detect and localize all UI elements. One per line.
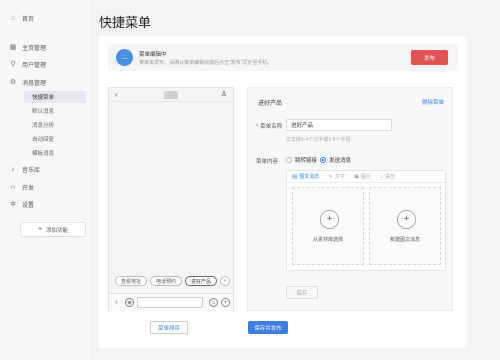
add-feature-label: 添加功能: [46, 227, 69, 234]
radio-label: 跳转链接: [295, 158, 318, 164]
sidebar-item-settings[interactable]: ✲ 设置: [8, 197, 34, 211]
sidebar-item-music-library[interactable]: ♪ 音乐库: [8, 162, 40, 176]
sidebar-item-label: 音乐库: [22, 167, 41, 174]
chevron-left-icon[interactable]: ‹: [115, 297, 118, 306]
sidebar-item-message-management[interactable]: ⚙ 消息管理: [8, 75, 46, 89]
tab-label: 语音: [384, 174, 395, 180]
phone-preview: ‹ ♙ 查看地址 电话预约 进好产品 + ‹ ◉ ☺ +: [108, 87, 234, 311]
sidebar-item-label: 用户管理: [22, 62, 47, 69]
notice-title: 菜单编辑中: [139, 52, 167, 58]
save-and-publish-button[interactable]: 保存并发布: [248, 321, 288, 334]
music-icon: ♪: [11, 165, 15, 173]
voice-icon[interactable]: ◉: [125, 298, 134, 307]
radio-dot-selected: [320, 157, 326, 163]
tab-rich-media[interactable]: ▤ 图文消息: [292, 173, 320, 181]
back-icon[interactable]: ‹: [115, 90, 118, 99]
sidebar-sub-item-quick-menu[interactable]: 快捷菜单: [24, 91, 86, 103]
sidebar-sub-item-message-analysis[interactable]: 消息分析: [24, 119, 86, 131]
plus-icon: +: [397, 210, 416, 229]
radio-dot: [286, 157, 292, 163]
phone-header: ‹ ♙: [109, 88, 233, 102]
menu-content-label: 菜单内容: [256, 159, 279, 165]
person-icon[interactable]: ♙: [221, 90, 227, 98]
sidebar-item-label: 设置: [22, 202, 35, 209]
plus-icon: +: [37, 226, 43, 233]
pencil-icon: ✎: [328, 173, 333, 180]
page-title: 快捷菜单: [99, 15, 152, 30]
tab-label: 图片: [361, 174, 372, 180]
account-avatar-placeholder: [164, 91, 178, 99]
plus-circle-icon[interactable]: +: [221, 298, 230, 307]
notice-description: 菜单未发布，请确认菜单编辑完成后点击“发布”同步至手机。: [139, 60, 273, 66]
menu-sort-button[interactable]: 菜单排序: [150, 321, 188, 334]
menu-name-header: 进好产品: [258, 101, 283, 107]
article-icon: ▤: [292, 173, 298, 180]
sidebar-item-home[interactable]: ⌂ 首页: [8, 11, 34, 25]
menu-edit-panel: 进好产品 删除菜单 * 菜单名称 进好产品 仅支持1-4个汉字或1-8个字母 菜单…: [247, 87, 453, 311]
publish-button[interactable]: 发布: [411, 50, 448, 65]
tab-text[interactable]: ✎ 文字: [328, 173, 345, 181]
choice-label: 新建图文消息: [389, 237, 420, 243]
tab-label: 文字: [334, 174, 345, 180]
menu-tab-good-products[interactable]: 进好产品: [185, 276, 218, 286]
add-feature-button[interactable]: + 添加功能: [20, 222, 86, 237]
choose-from-library-card[interactable]: + 从素材库选择: [292, 187, 364, 265]
menu-tab-phone-booking[interactable]: 电话预约: [150, 276, 183, 286]
phone-menu-bar: 查看地址 电话预约 进好产品 +: [115, 276, 231, 286]
home-icon: ⌂: [10, 14, 16, 22]
emoji-icon[interactable]: ☺: [209, 298, 218, 307]
tab-image[interactable]: ▣ 图片: [353, 173, 372, 181]
tab-voice[interactable]: ♪ 语音: [380, 173, 395, 181]
grid-icon: ▦: [9, 44, 17, 51]
tab-label: 图文消息: [299, 174, 320, 180]
message-type-tabs: ▤ 图文消息 ✎ 文字 ▣ 图片 ♪ 语音: [287, 171, 445, 183]
sidebar-item-label: 消息管理: [22, 80, 47, 87]
code-icon: ‹›: [10, 183, 16, 191]
radio-label: 发送消息: [329, 158, 352, 164]
menu-name-hint: 仅支持1-4个汉字或1-8个字母: [286, 137, 351, 143]
sidebar-item-develop[interactable]: ‹› 开发: [8, 180, 34, 194]
menu-name-input[interactable]: 进好产品: [286, 119, 392, 131]
sidebar-item-label: 首页: [22, 16, 35, 23]
delete-menu-link[interactable]: 删除菜单: [422, 98, 444, 106]
sidebar-sub-item-default-message[interactable]: 默认消息: [24, 105, 86, 117]
radio-jump-link[interactable]: 跳转链接: [286, 156, 317, 164]
sidebar-item-user-management[interactable]: ⚲ 用户管理: [8, 57, 46, 71]
sidebar-sub-item-auto-reply[interactable]: 自动回复: [24, 133, 86, 145]
gear-icon: ✲: [10, 201, 16, 208]
speaker-icon: ♪: [380, 173, 383, 180]
sidebar-item-homepage-management[interactable]: ▦ 主页管理: [8, 40, 46, 54]
sidebar-sub-item-template-message[interactable]: 模板消息: [24, 147, 86, 159]
message-content-box: ▤ 图文消息 ✎ 文字 ▣ 图片 ♪ 语音 + 从素材库选择 + 新建图文消息: [286, 170, 446, 271]
edit-notice-bar: ··· 菜单编辑中 菜单未发布，请确认菜单编辑完成后点击“发布”同步至手机。 发…: [108, 44, 458, 71]
phone-message-input[interactable]: [137, 297, 203, 308]
create-new-article-card[interactable]: + 新建图文消息: [369, 187, 441, 265]
plus-icon: +: [320, 210, 339, 229]
chat-bubble-icon: ···: [116, 49, 133, 66]
sidebar-item-label: 开发: [22, 185, 35, 192]
choice-label: 从素材库选择: [312, 237, 343, 243]
user-icon: ⚲: [10, 61, 16, 68]
sidebar-item-label: 主页管理: [22, 45, 47, 52]
required-marker: *: [256, 124, 259, 130]
image-icon: ▣: [353, 173, 360, 180]
menu-tab-view-address[interactable]: 查看地址: [115, 276, 148, 286]
add-menu-tab-button[interactable]: +: [220, 276, 231, 286]
save-button[interactable]: 保存: [286, 286, 318, 299]
radio-send-message[interactable]: 发送消息: [320, 156, 351, 164]
menu-name-label: * 菜单名称: [256, 122, 282, 130]
phone-input-bar: ‹ ◉ ☺ +: [109, 293, 233, 311]
sidebar: ⌂ 首页 ▦ 主页管理 ⚲ 用户管理 ⚙ 消息管理 快捷菜单 默认消息 消息分析…: [0, 0, 92, 360]
menu-name-label-text: 菜单名称: [260, 124, 283, 130]
settings-icon: ⚙: [9, 79, 17, 86]
